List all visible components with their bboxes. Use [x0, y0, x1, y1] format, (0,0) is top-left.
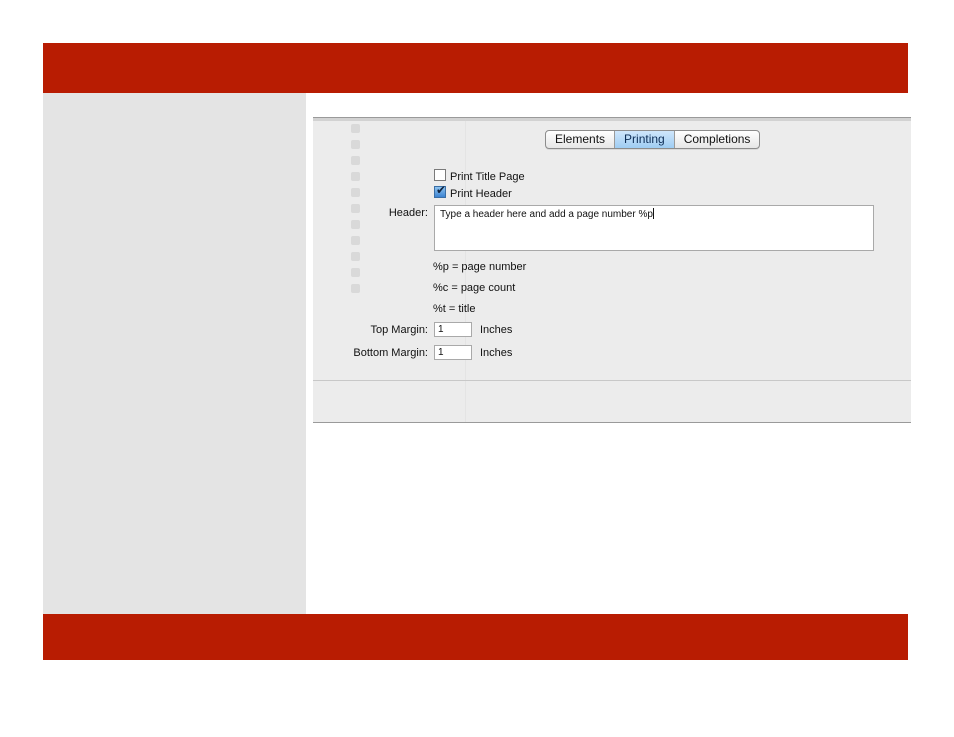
legend-title: %t = title [433, 303, 476, 315]
print-header-label: Print Header [450, 188, 512, 200]
ghost-sidebar-item [351, 187, 366, 201]
left-gray-panel [43, 93, 306, 614]
bottom-margin-input[interactable]: 1 [434, 345, 472, 360]
ghost-sidebar-item [351, 123, 366, 137]
ghost-sidebar-item [351, 219, 366, 233]
legend-page-count: %c = page count [433, 282, 516, 294]
checkmark-icon: ✔ [436, 183, 447, 197]
ghost-sidebar-item [351, 267, 366, 281]
ghost-sidebar-item [351, 283, 366, 297]
print-title-page-label: Print Title Page [450, 171, 525, 183]
ghost-sidebar-item [351, 203, 366, 217]
tab-printing[interactable]: Printing [615, 131, 675, 148]
ghost-sidebar-item [351, 235, 366, 249]
text-caret [652, 208, 654, 219]
print-header-checkbox[interactable]: ✔ [434, 183, 447, 198]
header-label: Header: [388, 207, 428, 219]
ghost-sidebar-item [351, 171, 366, 185]
top-margin-input[interactable]: 1 [434, 322, 472, 337]
top-margin-label: Top Margin: [370, 324, 428, 336]
top-red-band [43, 43, 908, 93]
header-text-field[interactable]: Type a header here and add a page number… [434, 205, 874, 251]
ghost-sidebar-item [351, 251, 366, 265]
print-title-page-option[interactable]: Print Title Page [434, 169, 525, 183]
legend-page-number: %p = page number [433, 261, 527, 273]
bottom-red-band [43, 614, 908, 660]
preferences-tab-bar: Elements Printing Completions [545, 130, 761, 149]
bottom-margin-unit: Inches [480, 347, 513, 359]
tab-elements[interactable]: Elements [546, 131, 616, 148]
bottom-margin-label: Bottom Margin: [353, 347, 428, 359]
ghost-sidebar-item [351, 139, 366, 153]
print-title-page-checkbox[interactable] [434, 169, 446, 181]
footer-divider [313, 380, 911, 381]
ghost-sidebar-item [351, 155, 366, 169]
print-header-option[interactable]: ✔ Print Header [434, 183, 512, 200]
tab-completions[interactable]: Completions [675, 131, 760, 148]
top-margin-unit: Inches [480, 324, 513, 336]
printing-preferences-screenshot: Elements Printing Completions Print Titl… [313, 117, 911, 423]
header-text-value: Type a header here and add a page number… [440, 209, 653, 220]
